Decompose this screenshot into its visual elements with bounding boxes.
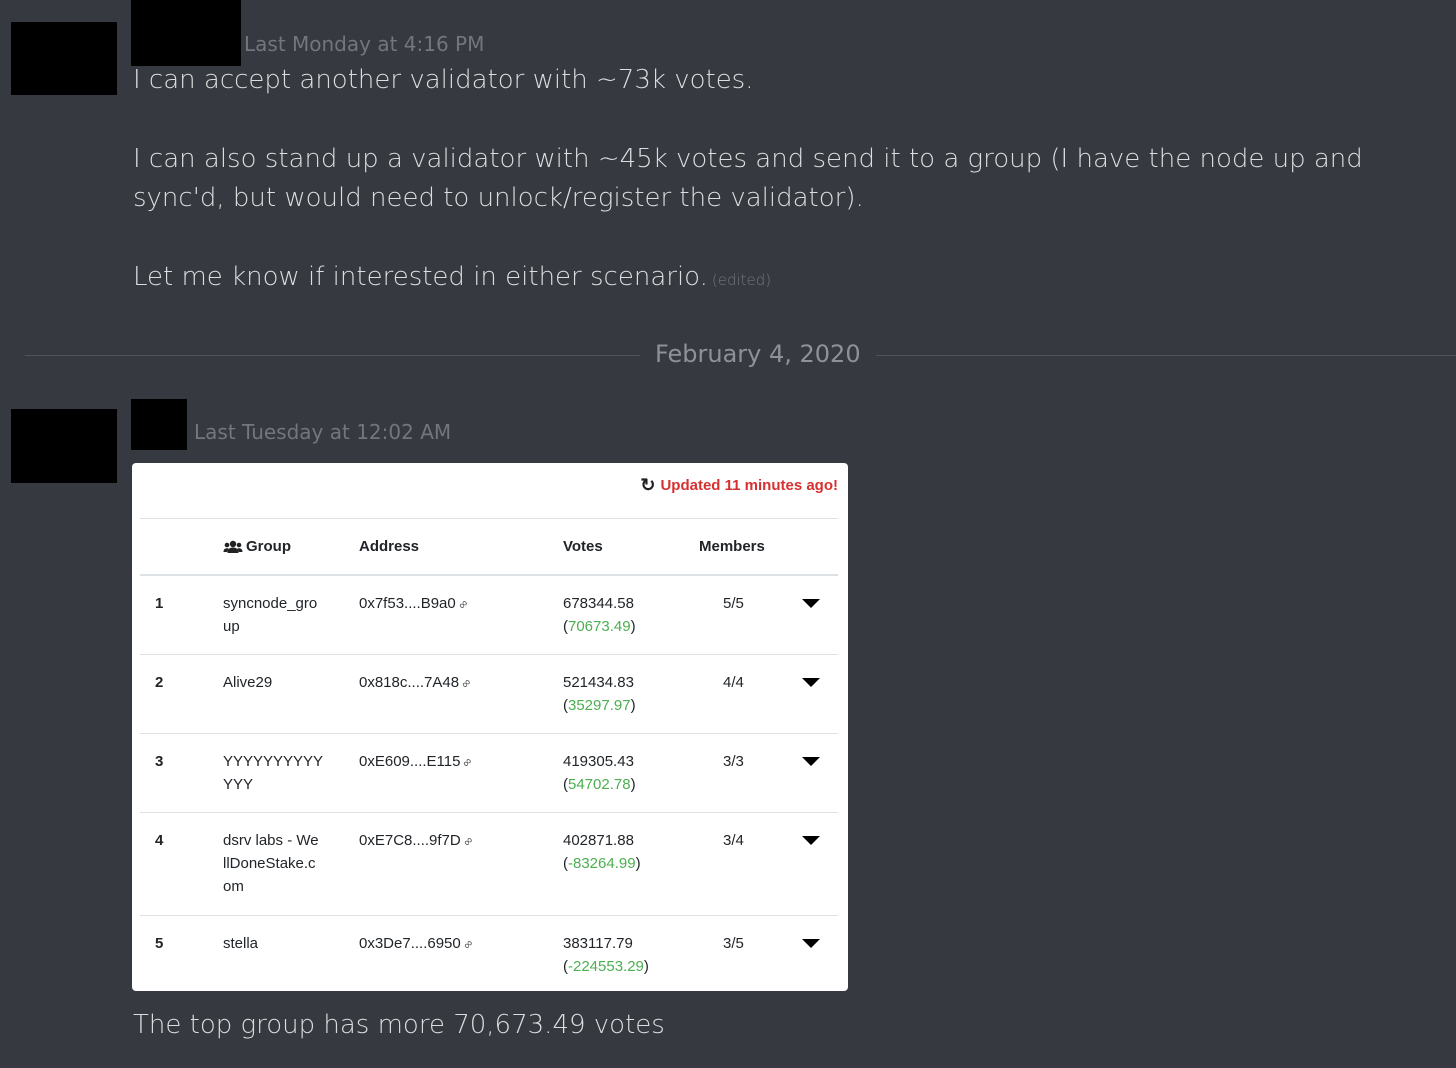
address-text[interactable]: 0x3De7....6950 bbox=[359, 935, 461, 952]
row-votes: 383117.79 (-224553.29) bbox=[563, 935, 649, 975]
message-caption: The top group has more 70,673.49 votes bbox=[133, 1010, 665, 1040]
chevron-down-icon[interactable] bbox=[802, 836, 820, 845]
votes-value: 419305.43 bbox=[563, 753, 634, 770]
header-group-label: Group bbox=[246, 538, 291, 555]
address-text[interactable]: 0xE609....E115 bbox=[359, 753, 460, 770]
votes-delta: 35297.97 bbox=[568, 697, 631, 714]
row-members: 5/5 bbox=[723, 595, 744, 612]
row-votes: 678344.58 (70673.49) bbox=[563, 595, 636, 635]
updated-text: Updated 11 minutes ago! bbox=[660, 476, 838, 494]
votes-value: 402871.88 bbox=[563, 832, 634, 849]
row-divider bbox=[140, 654, 838, 655]
row-address[interactable]: 0x7f53....B9a0∞ bbox=[359, 592, 471, 616]
row-members: 3/5 bbox=[723, 935, 744, 952]
username[interactable] bbox=[131, 0, 241, 66]
refresh-icon: ↻ bbox=[640, 475, 656, 495]
row-group: dsrv labs - We llDoneStake.c om bbox=[223, 832, 319, 895]
row-group: YYYYYYYYYY YYY bbox=[223, 753, 323, 793]
row-address[interactable]: 0x3De7....6950∞ bbox=[359, 932, 476, 956]
row-divider bbox=[140, 733, 838, 734]
row-votes: 521434.83 (35297.97) bbox=[563, 674, 636, 714]
row-group: syncnode_gro up bbox=[223, 595, 318, 635]
address-text[interactable]: 0x818c....7A48 bbox=[359, 674, 459, 691]
row-divider bbox=[140, 915, 838, 916]
votes-value: 383117.79 bbox=[563, 935, 633, 952]
divider bbox=[140, 518, 838, 519]
chevron-down-icon[interactable] bbox=[802, 757, 820, 766]
row-rank: 4 bbox=[155, 832, 164, 849]
row-rank: 3 bbox=[155, 753, 164, 770]
screenshot-attachment[interactable]: ↻ Updated 11 minutes ago! Group Address … bbox=[132, 463, 848, 991]
updated-status: ↻ Updated 11 minutes ago! bbox=[640, 476, 838, 494]
row-votes: 419305.43 (54702.78) bbox=[563, 753, 636, 793]
row-address[interactable]: 0xE609....E115∞ bbox=[359, 750, 475, 774]
row-address[interactable]: 0xE7C8....9f7D∞ bbox=[359, 829, 476, 853]
message-paragraph: I can accept another validator with ~73k… bbox=[133, 65, 754, 95]
votes-delta: -224553.29 bbox=[568, 958, 644, 975]
row-members: 3/4 bbox=[723, 832, 744, 849]
header-members: Members bbox=[699, 538, 765, 555]
row-group: stella bbox=[223, 935, 259, 952]
message-timestamp: Last Monday at 4:16 PM bbox=[244, 32, 485, 56]
chevron-down-icon[interactable] bbox=[802, 678, 820, 687]
row-address[interactable]: 0x818c....7A48∞ bbox=[359, 671, 474, 695]
avatar[interactable] bbox=[11, 409, 117, 483]
avatar[interactable] bbox=[11, 22, 117, 95]
address-text[interactable]: 0x7f53....B9a0 bbox=[359, 595, 456, 612]
row-members: 3/3 bbox=[723, 753, 744, 770]
row-votes: 402871.88 (-83264.99) bbox=[563, 832, 641, 872]
chevron-down-icon[interactable] bbox=[802, 939, 820, 948]
message-paragraph: I can also stand up a validator with ~45… bbox=[133, 144, 1363, 213]
username[interactable] bbox=[131, 399, 187, 450]
header-group: Group bbox=[223, 538, 291, 555]
row-rank: 1 bbox=[155, 595, 164, 612]
row-rank: 5 bbox=[155, 935, 164, 952]
address-text[interactable]: 0xE7C8....9f7D bbox=[359, 832, 461, 849]
votes-value: 678344.58 bbox=[563, 595, 634, 612]
header-address: Address bbox=[359, 538, 420, 555]
votes-delta: -83264.99 bbox=[568, 855, 636, 872]
message-text: Let me know if interested in either scen… bbox=[133, 262, 708, 292]
row-group: Alive29 bbox=[223, 674, 273, 691]
message-timestamp: Last Tuesday at 12:02 AM bbox=[194, 420, 452, 444]
votes-delta: 70673.49 bbox=[568, 618, 631, 635]
votes-delta: 54702.78 bbox=[568, 776, 631, 793]
votes-value: 521434.83 bbox=[563, 674, 634, 691]
date-divider-label: February 4, 2020 bbox=[640, 340, 876, 368]
users-icon bbox=[223, 540, 243, 554]
row-divider bbox=[140, 812, 838, 813]
chevron-down-icon[interactable] bbox=[802, 599, 820, 608]
header-votes: Votes bbox=[563, 538, 603, 555]
header-divider bbox=[140, 574, 838, 576]
message-paragraph: Let me know if interested in either scen… bbox=[133, 258, 771, 300]
row-members: 4/4 bbox=[723, 674, 744, 691]
row-rank: 2 bbox=[155, 674, 164, 691]
edited-label: (edited) bbox=[711, 271, 772, 289]
